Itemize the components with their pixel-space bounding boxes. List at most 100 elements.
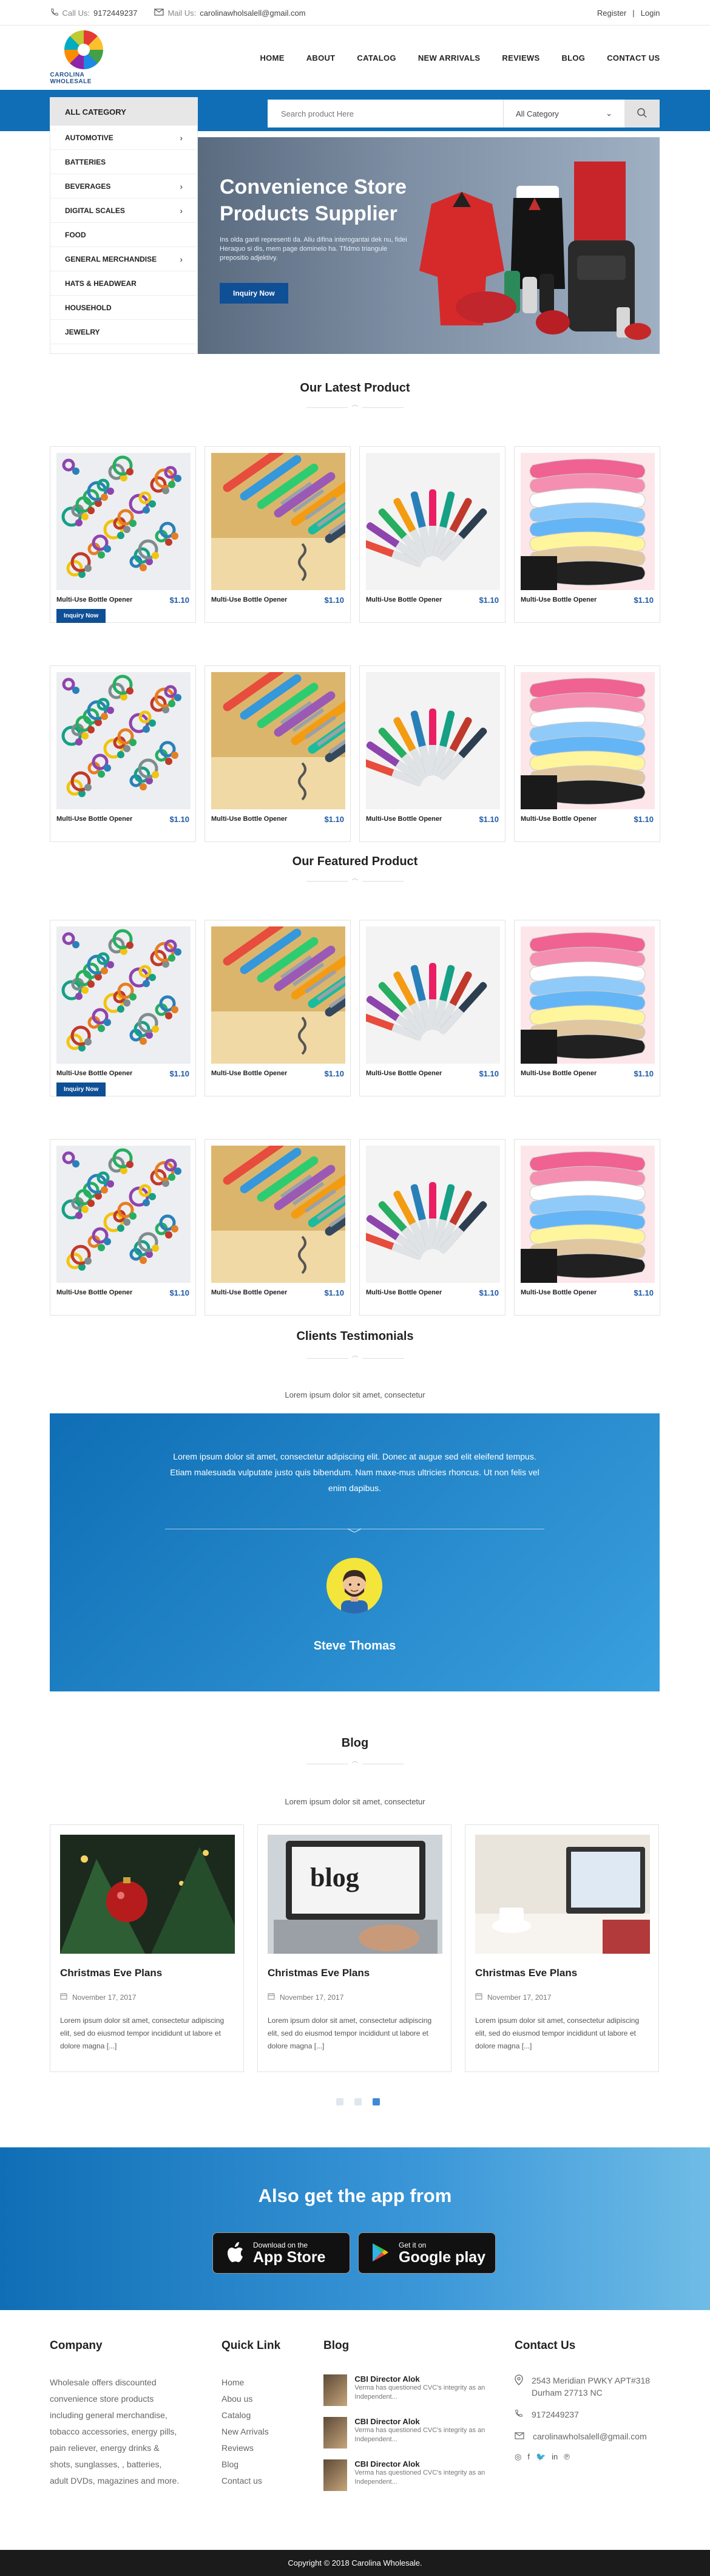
inquiry-button[interactable]: Inquiry Now — [56, 1082, 106, 1096]
sidebar-item-general-merchandise[interactable]: GENERAL MERCHANDISE › — [50, 247, 197, 271]
nav-about[interactable]: ABOUT — [306, 53, 336, 63]
twitter-icon[interactable]: 🐦 — [536, 2452, 546, 2462]
search-button[interactable] — [624, 100, 660, 127]
app-store-button[interactable]: Download on the App Store — [212, 2232, 350, 2274]
inquiry-button[interactable]: Inquiry Now — [56, 609, 106, 623]
blog-card[interactable]: Christmas Eve Plans November 17, 2017 Lore… — [50, 1824, 244, 2072]
product-name[interactable]: Multi-Use Bottle Opener — [56, 1070, 132, 1077]
sidebar-item-digital-scales[interactable]: DIGITAL SCALES › — [50, 199, 197, 223]
product-image-keys[interactable] — [56, 453, 191, 590]
blog-image-desk[interactable] — [475, 1835, 650, 1954]
register-link[interactable]: Register — [597, 8, 626, 18]
product-card[interactable]: Multi-Use Bottle Opener $1.10 — [205, 1139, 351, 1316]
product-name[interactable]: Multi-Use Bottle Opener — [521, 1289, 597, 1296]
blog-post-title[interactable]: Christmas Eve Plans — [475, 1967, 577, 1979]
footer-link-new-arrivals[interactable]: New Arrivals — [221, 2424, 313, 2440]
product-image-cables[interactable] — [521, 1146, 655, 1283]
pagination-dot[interactable] — [373, 2098, 380, 2105]
product-card[interactable]: Multi-Use Bottle Opener $1.10 — [50, 665, 196, 842]
nav-new-arrivals[interactable]: NEW ARRIVALS — [418, 53, 481, 63]
email-address[interactable]: carolinawholsalell@gmail.com — [200, 8, 305, 18]
google-play-button[interactable]: Get it on Google play — [358, 2232, 496, 2274]
phone-number[interactable]: 9172449237 — [93, 8, 137, 18]
product-card[interactable]: Multi-Use Bottle Opener $1.10 Inquiry Now — [50, 920, 196, 1096]
logo[interactable]: CAROLINA WHOLESALE — [50, 30, 117, 85]
pagination-dot[interactable] — [354, 2098, 362, 2105]
product-image-keys[interactable] — [56, 672, 191, 809]
product-card[interactable]: Multi-Use Bottle Opener $1.10 — [359, 665, 505, 842]
product-name[interactable]: Multi-Use Bottle Opener — [521, 1070, 597, 1077]
footer-post-title[interactable]: CBI Director Alok — [354, 2417, 487, 2426]
product-image-pens[interactable] — [366, 926, 500, 1064]
product-image-bottle-opener[interactable] — [211, 672, 345, 809]
footer-link-home[interactable]: Home — [221, 2374, 313, 2391]
product-name[interactable]: Multi-Use Bottle Opener — [56, 596, 132, 603]
nav-home[interactable]: HOME — [260, 53, 284, 63]
product-image-cables[interactable] — [521, 926, 655, 1064]
sidebar-item-household[interactable]: HOUSEHOLD — [50, 296, 197, 320]
product-image-cables[interactable] — [521, 672, 655, 809]
blog-post-title[interactable]: Christmas Eve Plans — [268, 1967, 370, 1979]
sidebar-item-jewelry[interactable]: JEWELRY — [50, 320, 197, 344]
sidebar-item-automotive[interactable]: AUTOMOTIVE › — [50, 126, 197, 150]
product-name[interactable]: Multi-Use Bottle Opener — [521, 815, 597, 823]
product-card[interactable]: Multi-Use Bottle Opener $1.10 — [50, 1139, 196, 1316]
product-card[interactable]: Multi-Use Bottle Opener $1.10 — [205, 920, 351, 1096]
product-name[interactable]: Multi-Use Bottle Opener — [211, 1289, 287, 1296]
product-name[interactable]: Multi-Use Bottle Opener — [56, 815, 132, 823]
footer-post-title[interactable]: CBI Director Alok — [354, 2459, 487, 2469]
product-name[interactable]: Multi-Use Bottle Opener — [56, 1289, 132, 1296]
nav-blog[interactable]: BLOG — [561, 53, 585, 63]
blog-card[interactable]: Christmas Eve Plans November 17, 2017 Lore… — [465, 1824, 659, 2072]
pagination-dot[interactable] — [336, 2098, 343, 2105]
product-image-pens[interactable] — [366, 672, 500, 809]
footer-link-abou-us[interactable]: Abou us — [221, 2391, 313, 2407]
product-name[interactable]: Multi-Use Bottle Opener — [366, 596, 442, 603]
product-card[interactable]: Multi-Use Bottle Opener $1.10 — [514, 665, 660, 842]
pinterest-icon[interactable]: ℗ — [564, 2452, 570, 2462]
product-card[interactable]: Multi-Use Bottle Opener $1.10 — [205, 665, 351, 842]
footer-post-title[interactable]: CBI Director Alok — [354, 2374, 487, 2384]
nav-reviews[interactable]: REVIEWS — [502, 53, 539, 63]
product-name[interactable]: Multi-Use Bottle Opener — [211, 596, 287, 603]
product-image-bottle-opener[interactable] — [211, 1146, 345, 1283]
footer-blog-post[interactable]: CBI Director Alok Verma has questioned CV… — [323, 2374, 487, 2406]
sidebar-item-beverages[interactable]: BEVERAGES › — [50, 174, 197, 199]
banner-inquiry-button[interactable]: Inquiry Now — [220, 283, 288, 304]
blog-image-blog-laptop[interactable]: blog — [268, 1835, 442, 1954]
blog-card[interactable]: blog Christmas Eve Plans November 17, 2017… — [257, 1824, 451, 2072]
login-link[interactable]: Login — [641, 8, 660, 18]
product-card[interactable]: Multi-Use Bottle Opener $1.10 — [514, 1139, 660, 1316]
category-select[interactable]: All Category ⌄ — [503, 100, 624, 127]
facebook-icon[interactable]: f — [527, 2452, 530, 2462]
sidebar-item-batteries[interactable]: BATTERIES — [50, 150, 197, 174]
product-name[interactable]: Multi-Use Bottle Opener — [366, 1070, 442, 1077]
product-image-keys[interactable] — [56, 926, 191, 1064]
product-name[interactable]: Multi-Use Bottle Opener — [366, 815, 442, 823]
product-name[interactable]: Multi-Use Bottle Opener — [211, 815, 287, 823]
footer-blog-post[interactable]: CBI Director Alok Verma has questioned CV… — [323, 2417, 487, 2449]
sidebar-item-hats-headwear[interactable]: HATS & HEADWEAR — [50, 271, 197, 296]
product-card[interactable]: Multi-Use Bottle Opener $1.10 — [359, 920, 505, 1096]
footer-link-catalog[interactable]: Catalog — [221, 2407, 313, 2424]
sidebar-item-food[interactable]: FOOD — [50, 223, 197, 247]
instagram-icon[interactable]: ◎ — [515, 2452, 521, 2462]
product-image-pens[interactable] — [366, 453, 500, 590]
footer-link-blog[interactable]: Blog — [221, 2456, 313, 2473]
product-name[interactable]: Multi-Use Bottle Opener — [211, 1070, 287, 1077]
footer-blog-post[interactable]: CBI Director Alok Verma has questioned CV… — [323, 2459, 487, 2491]
product-name[interactable]: Multi-Use Bottle Opener — [366, 1289, 442, 1296]
product-name[interactable]: Multi-Use Bottle Opener — [521, 596, 597, 603]
product-card[interactable]: Multi-Use Bottle Opener $1.10 — [359, 1139, 505, 1316]
product-card[interactable]: Multi-Use Bottle Opener $1.10 — [359, 446, 505, 623]
contact-phone[interactable]: 9172449237 — [532, 2408, 579, 2421]
blog-image-christmas[interactable] — [60, 1835, 235, 1954]
product-card[interactable]: Multi-Use Bottle Opener $1.10 — [205, 446, 351, 623]
contact-email[interactable]: carolinawholsalell@gmail.com — [533, 2430, 647, 2442]
product-card[interactable]: Multi-Use Bottle Opener $1.10 — [514, 446, 660, 623]
linkedin-icon[interactable]: in — [552, 2452, 558, 2462]
nav-contact-us[interactable]: CONTACT US — [607, 53, 660, 63]
product-card[interactable]: Multi-Use Bottle Opener $1.10 — [514, 920, 660, 1096]
product-image-keys[interactable] — [56, 1146, 191, 1283]
product-image-bottle-opener[interactable] — [211, 926, 345, 1064]
